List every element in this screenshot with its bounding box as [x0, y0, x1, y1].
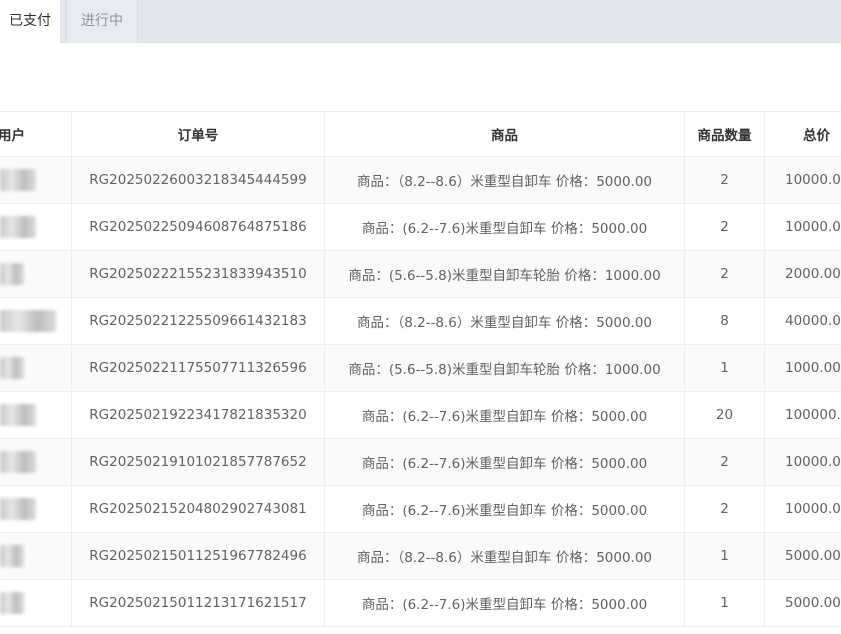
header-order-no: 订单号	[72, 112, 325, 156]
table-row[interactable]: RG20250225094608764875186 商品：(6.2--7.6)米重…	[0, 204, 841, 251]
user-cell-redacted	[0, 157, 72, 203]
table-row[interactable]: RG20250226003218345444599 商品：（8.2--8.6）米重…	[0, 157, 841, 204]
goods-cell: 商品：(6.2--7.6)米重型自卸车 价格：5000.00	[325, 439, 685, 485]
total-cell: 10000.00	[785, 454, 841, 470]
qty-cell: 1	[685, 533, 765, 579]
total-cell: 2000.00	[785, 266, 841, 282]
total-cell: 10000.00	[785, 219, 841, 235]
user-cell-redacted	[0, 251, 72, 297]
total-cell: 1000.00	[785, 360, 841, 376]
total-cell: 10000.00	[785, 501, 841, 517]
order-status-tabs: 已支付 进行中	[0, 0, 841, 44]
total-cell: 100000.00	[785, 407, 841, 423]
table-row[interactable]: RG20250215204802902743081 商品：(6.2--7.6)米重…	[0, 486, 841, 533]
redacted-username	[0, 310, 56, 332]
header-qty: 商品数量	[685, 112, 765, 156]
tab-paid[interactable]: 已支付	[0, 0, 60, 44]
order-no-cell: RG20250219223417821835320	[72, 392, 325, 438]
total-cell: 10000.00	[785, 172, 841, 188]
user-cell-redacted	[0, 298, 72, 344]
qty-cell: 8	[685, 298, 765, 344]
order-no-cell: RG20250215011213171621517	[72, 580, 325, 626]
header-user: 用户	[0, 112, 72, 156]
header-total: 总价	[803, 128, 830, 144]
goods-cell: 商品：(6.2--7.6)米重型自卸车 价格：5000.00	[325, 204, 685, 250]
order-no-cell: RG20250225094608764875186	[72, 204, 325, 250]
order-no-cell: RG20250226003218345444599	[72, 157, 325, 203]
goods-cell: 商品：（8.2--8.6）米重型自卸车 价格：5000.00	[325, 157, 685, 203]
goods-cell: 商品：（8.2--8.6）米重型自卸车 价格：5000.00	[325, 533, 685, 579]
user-cell-redacted	[0, 580, 72, 626]
user-cell-redacted	[0, 486, 72, 532]
table-row[interactable]: RG20250222155231833943510 商品：(5.6--5.8)米重…	[0, 251, 841, 298]
qty-cell: 20	[685, 392, 765, 438]
table-row[interactable]: RG20250215011213171621517 商品：(6.2--7.6)米重…	[0, 580, 841, 627]
redacted-username	[0, 263, 24, 285]
redacted-username	[0, 592, 24, 614]
order-no-cell: RG20250215011251967782496	[72, 533, 325, 579]
goods-cell: 商品：（8.2--8.6）米重型自卸车 价格：5000.00	[325, 298, 685, 344]
qty-cell: 1	[685, 345, 765, 391]
redacted-username	[0, 169, 36, 191]
table-row[interactable]: RG20250215011251967782496 商品：（8.2--8.6）米重…	[0, 533, 841, 580]
qty-cell: 2	[685, 204, 765, 250]
total-cell: 40000.00	[785, 313, 841, 329]
table-row[interactable]: RG20250219223417821835320 商品：(6.2--7.6)米重…	[0, 392, 841, 439]
goods-cell: 商品：(6.2--7.6)米重型自卸车 价格：5000.00	[325, 580, 685, 626]
table-row[interactable]: RG20250221175507711326596 商品：(5.6--5.8)米重…	[0, 345, 841, 392]
redacted-username	[0, 404, 36, 426]
order-no-cell: RG20250221225509661432183	[72, 298, 325, 344]
order-no-cell: RG20250215204802902743081	[72, 486, 325, 532]
goods-cell: 商品：(5.6--5.8)米重型自卸车轮胎 价格：1000.00	[325, 345, 685, 391]
goods-cell: 商品：(6.2--7.6)米重型自卸车 价格：5000.00	[325, 486, 685, 532]
order-no-cell: RG20250221175507711326596	[72, 345, 325, 391]
header-goods: 商品	[325, 112, 685, 156]
tab-in-progress[interactable]: 进行中	[66, 0, 138, 43]
user-cell-redacted	[0, 392, 72, 438]
table-header-row: 用户 订单号 商品 商品数量 总价	[0, 112, 841, 157]
qty-cell: 1	[685, 580, 765, 626]
qty-cell: 2	[685, 486, 765, 532]
redacted-username	[0, 545, 24, 567]
redacted-username	[0, 451, 36, 473]
table-row[interactable]: RG20250219101021857787652 商品：(6.2--7.6)米重…	[0, 439, 841, 486]
user-cell-redacted	[0, 439, 72, 485]
order-no-cell: RG20250219101021857787652	[72, 439, 325, 485]
qty-cell: 2	[685, 157, 765, 203]
qty-cell: 2	[685, 439, 765, 485]
redacted-username	[0, 357, 24, 379]
qty-cell: 2	[685, 251, 765, 297]
redacted-username	[0, 498, 36, 520]
redacted-username	[0, 216, 36, 238]
user-cell-redacted	[0, 345, 72, 391]
total-cell: 5000.00	[785, 548, 841, 564]
total-cell: 5000.00	[785, 595, 841, 611]
user-cell-redacted	[0, 533, 72, 579]
user-cell-redacted	[0, 204, 72, 250]
goods-cell: 商品：(5.6--5.8)米重型自卸车轮胎 价格：1000.00	[325, 251, 685, 297]
table-row[interactable]: RG20250221225509661432183 商品：（8.2--8.6）米重…	[0, 298, 841, 345]
orders-table: 用户 订单号 商品 商品数量 总价 RG20250226003218345444…	[0, 111, 841, 627]
order-no-cell: RG20250222155231833943510	[72, 251, 325, 297]
goods-cell: 商品：(6.2--7.6)米重型自卸车 价格：5000.00	[325, 392, 685, 438]
